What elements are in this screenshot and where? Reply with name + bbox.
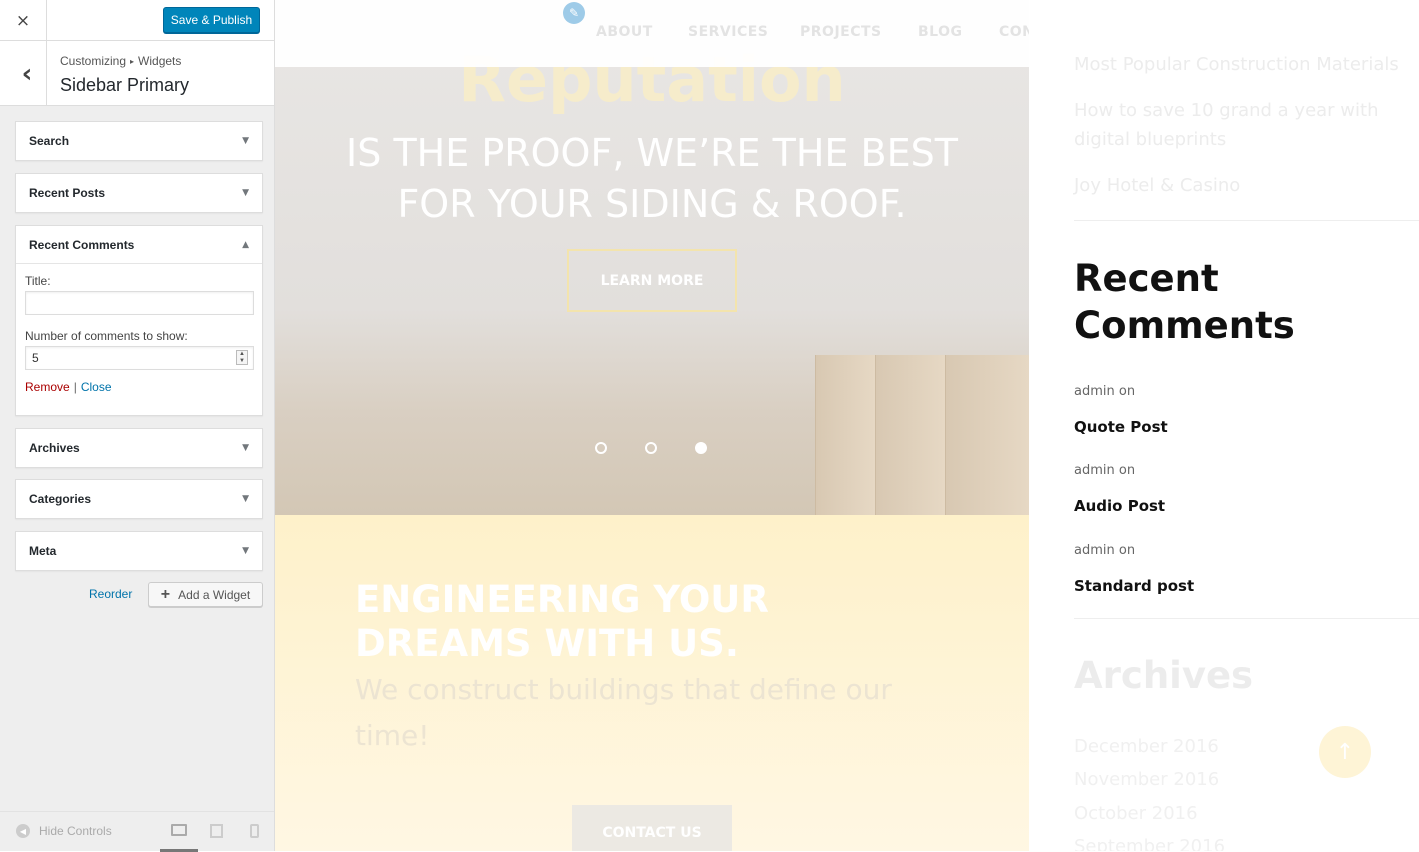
breadcrumb-separator-icon: ▸ <box>130 57 135 66</box>
caret-down-icon[interactable]: ▼ <box>242 136 249 146</box>
hide-controls-label: Hide Controls <box>39 824 112 838</box>
count-input[interactable] <box>25 346 254 370</box>
widget-header[interactable]: Archives ▼ <box>16 429 262 467</box>
hide-controls-button[interactable]: ◀ Hide Controls <box>16 824 112 838</box>
contact-us-button[interactable]: CONTACT US <box>572 805 732 851</box>
hero-bg-plank <box>875 355 945 515</box>
widget-actions: Remove | Close <box>25 380 253 394</box>
breadcrumb: Customizing ▸ Widgets <box>60 54 181 68</box>
recent-post-link[interactable]: How to save 10 grand a year with digital… <box>1074 96 1419 154</box>
archive-link[interactable]: September 2016 <box>1074 836 1225 851</box>
nav-blog[interactable]: BLOG <box>918 24 963 40</box>
promo-title: ENGINEERING YOUR DREAMS WITH US. <box>355 578 769 665</box>
hero-slider: Reputation IS THE PROOF, WE’RE THE BEST … <box>275 0 1029 515</box>
caret-up-icon[interactable]: ▲ <box>242 240 249 250</box>
comment-author: admin on <box>1074 384 1136 399</box>
sidebar-divider <box>1074 220 1419 221</box>
customizer-footer: ◀ Hide Controls <box>0 811 274 852</box>
remove-link[interactable]: Remove <box>25 380 70 394</box>
widget-header[interactable]: Recent Comments ▲ <box>16 226 262 264</box>
slider-dot[interactable] <box>645 442 657 454</box>
section-title: Sidebar Primary <box>60 75 190 95</box>
archive-link[interactable]: November 2016 <box>1074 769 1219 790</box>
save-publish-button[interactable]: Save & Publish <box>163 7 260 33</box>
number-spinner[interactable]: ▲ ▼ <box>236 350 248 365</box>
hero-subtitle: IS THE PROOF, WE’RE THE BEST FOR YOUR SI… <box>346 131 958 226</box>
nav-projects[interactable]: PROJECTS <box>800 24 882 40</box>
edit-shortcut-icon[interactable]: ✎ <box>563 2 585 24</box>
recent-post-link[interactable]: Most Popular Construction Materials <box>1074 50 1419 79</box>
comment-post-link[interactable]: Quote Post <box>1074 418 1168 436</box>
archives-title: Archives <box>1074 654 1254 697</box>
title-label: Title: <box>25 274 51 288</box>
comment-post-link[interactable]: Audio Post <box>1074 497 1165 515</box>
widget-archives[interactable]: Archives ▼ <box>15 428 263 468</box>
close-customizer-button[interactable]: × <box>0 0 47 41</box>
nav-about[interactable]: ABOUT <box>596 24 653 40</box>
close-link[interactable]: Close <box>81 380 112 394</box>
hero-bg-plank <box>815 355 875 515</box>
count-label: Number of comments to show: <box>25 329 188 343</box>
back-to-top-button[interactable]: ↑ <box>1319 726 1371 778</box>
plus-icon: + <box>160 585 171 603</box>
widget-title: Categories <box>29 492 92 506</box>
chevron-left-icon: ‹ <box>21 58 33 89</box>
customizer-header: × Save & Publish <box>0 0 274 41</box>
widget-recent-comments[interactable]: Recent Comments ▲ Title: Number of comme… <box>15 225 263 416</box>
widget-title: Archives <box>29 441 80 455</box>
site-preview: Reputation IS THE PROOF, WE’RE THE BEST … <box>275 0 1419 851</box>
recent-post-link[interactable]: Joy Hotel & Casino <box>1074 171 1419 200</box>
widget-header[interactable]: Categories ▼ <box>16 480 262 518</box>
add-widget-label: Add a Widget <box>178 587 251 602</box>
customizer-panel: × Save & Publish ‹ Customizing ▸ Widgets S… <box>0 0 275 852</box>
widget-title: Search <box>29 134 70 148</box>
caret-down-icon[interactable]: ▼ <box>242 443 249 453</box>
breadcrumb-current: Widgets <box>138 54 182 68</box>
promo-subtitle: We construct buildings that define our t… <box>355 673 892 752</box>
slider-dot[interactable] <box>595 442 607 454</box>
widget-title: Recent Posts <box>29 186 106 200</box>
archive-link[interactable]: October 2016 <box>1074 803 1198 824</box>
site-sidebar: Most Popular Construction Materials How … <box>1029 0 1419 851</box>
widget-header[interactable]: Recent Posts ▼ <box>16 174 262 212</box>
caret-down-icon[interactable]: ▼ <box>242 188 249 198</box>
promo-section: ENGINEERING YOUR DREAMS WITH US. We cons… <box>275 515 1029 851</box>
widget-categories[interactable]: Categories ▼ <box>15 479 263 519</box>
hero-bg-plank <box>945 355 1029 515</box>
slider-dot-active[interactable] <box>695 442 707 454</box>
learn-more-button[interactable]: LEARN MORE <box>567 249 737 312</box>
title-input[interactable] <box>25 291 254 315</box>
count-field: ▲▼ <box>25 346 254 370</box>
widget-meta[interactable]: Meta ▼ <box>15 531 263 571</box>
archive-link[interactable]: December 2016 <box>1074 736 1219 757</box>
widget-title: Recent Comments <box>29 237 135 252</box>
recent-comments-title: Recent Comments <box>1074 257 1295 347</box>
widget-header[interactable]: Search ▼ <box>16 122 262 160</box>
widget-form: Title: Number of comments to show: ▲▼ Re… <box>16 264 262 404</box>
tablet-preview-icon[interactable] <box>210 824 223 838</box>
breadcrumb-root: Customizing <box>60 54 127 68</box>
comment-author: admin on <box>1074 543 1136 558</box>
widget-header[interactable]: Meta ▼ <box>16 532 262 570</box>
sidebar-divider <box>1074 618 1419 619</box>
nav-services[interactable]: SERVICES <box>688 24 768 40</box>
desktop-preview-icon[interactable] <box>171 824 187 836</box>
caret-down-icon[interactable]: ▼ <box>242 546 249 556</box>
mobile-preview-icon[interactable] <box>250 824 259 838</box>
caret-down-icon[interactable]: ▼ <box>242 494 249 504</box>
widget-recent-posts[interactable]: Recent Posts ▼ <box>15 173 263 213</box>
reorder-link[interactable]: Reorder <box>89 587 132 601</box>
comment-author: admin on <box>1074 463 1136 478</box>
widget-title: Meta <box>29 544 57 558</box>
section-header: ‹ Customizing ▸ Widgets Sidebar Primary <box>0 41 274 106</box>
arrow-up-icon: ↑ <box>1335 739 1355 765</box>
comment-post-link[interactable]: Standard post <box>1074 577 1194 595</box>
widget-search[interactable]: Search ▼ <box>15 121 263 161</box>
collapse-icon: ◀ <box>16 824 30 838</box>
back-button[interactable]: ‹ <box>4 41 47 106</box>
close-icon: × <box>15 10 31 31</box>
action-separator: | <box>73 380 77 394</box>
add-widget-button[interactable]: + Add a Widget <box>148 582 263 607</box>
